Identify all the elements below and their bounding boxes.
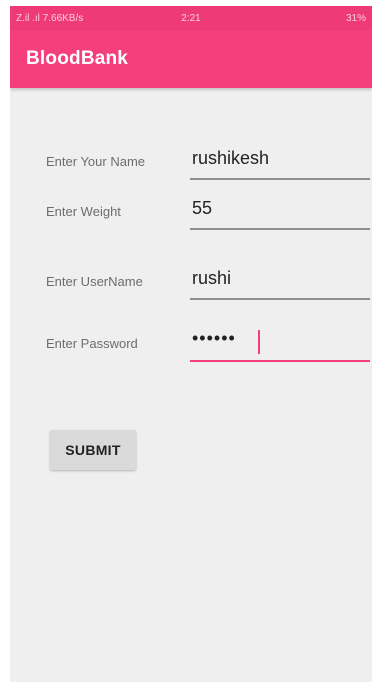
username-value: rushi (192, 268, 232, 288)
username-row: Enter UserName rushi (10, 264, 372, 304)
password-underline (190, 360, 370, 362)
username-label: Enter UserName (46, 274, 143, 289)
phone-screen: Z.il .ıl 7.66KB/s 2:21 31% BloodBank Ent… (10, 6, 372, 682)
name-value: rushikesh (192, 148, 270, 168)
username-underline (190, 298, 370, 300)
submit-button[interactable]: SUBMIT (50, 430, 136, 470)
status-battery: 31% (345, 12, 366, 24)
weight-underline (190, 228, 370, 230)
weight-row: Enter Weight 55 (10, 194, 372, 234)
password-row: Enter Password •••••• (10, 326, 372, 366)
weight-label: Enter Weight (46, 204, 121, 219)
password-field[interactable]: •••••• (190, 326, 370, 366)
name-field[interactable]: rushikesh (190, 144, 370, 184)
name-label: Enter Your Name (46, 154, 146, 169)
username-field[interactable]: rushi (190, 264, 370, 304)
password-label: Enter Password (46, 336, 138, 351)
weight-field[interactable]: 55 (190, 194, 370, 234)
app-title: BloodBank (26, 48, 129, 69)
password-value: •••••• (192, 328, 236, 348)
app-bar: BloodBank (10, 30, 372, 88)
text-cursor (258, 330, 260, 354)
weight-value: 55 (192, 198, 213, 218)
name-row: Enter Your Name rushikesh (10, 144, 372, 184)
name-underline (190, 178, 370, 180)
status-network: Z.il .ıl 7.66KB/s (16, 12, 84, 24)
status-bar: Z.il .ıl 7.66KB/s 2:21 31% (10, 6, 372, 30)
status-time: 2:21 (181, 12, 201, 24)
